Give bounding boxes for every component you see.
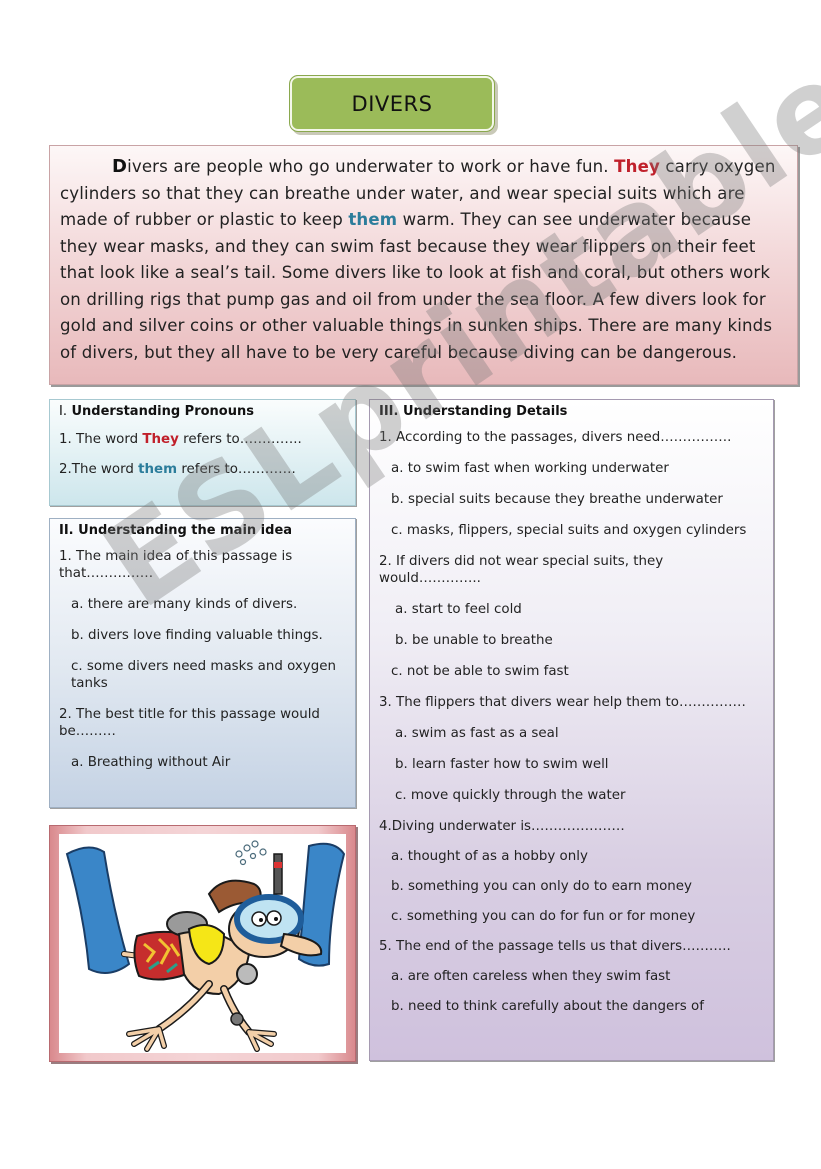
option: c. some divers need masks and oxygen tan… — [71, 659, 336, 691]
highlight-they: They — [614, 157, 660, 176]
option: b. something you can only do to earn mon… — [391, 879, 692, 894]
option: a. are often careless when they swim fas… — [391, 969, 671, 984]
option: a. there are many kinds of divers. — [71, 597, 298, 612]
section-numeral: I. — [59, 404, 67, 419]
option: a. start to feel cold — [395, 602, 522, 617]
option: b. divers love finding valuable things. — [71, 628, 323, 643]
q-prefix: 1. The word — [59, 432, 143, 447]
section-pronouns-heading: I. Understanding Pronouns — [59, 404, 346, 419]
option: b. learn faster how to swim well — [395, 757, 609, 772]
title-banner: DIVERS — [289, 75, 495, 132]
details-question-1: 1. According to the passages, divers nee… — [379, 430, 732, 445]
option: c. not be able to swim fast — [391, 664, 569, 679]
option: a. swim as fast as a seal — [395, 726, 559, 741]
passage-dropcap: D — [112, 156, 128, 177]
illustration-frame — [49, 825, 356, 1062]
q-prefix: 2.The word — [59, 462, 139, 477]
section-main-idea: II. Understanding the main idea 1. The m… — [49, 518, 356, 808]
option: b. be unable to breathe — [395, 633, 553, 648]
highlight-them: them — [348, 210, 398, 229]
pronoun-question-2: 2.The word them refers to…………. — [59, 461, 346, 478]
diver-cartoon-icon — [65, 840, 346, 1052]
section-details-heading: III. Understanding Details — [379, 404, 568, 419]
reading-passage: Divers are people who go underwater to w… — [49, 145, 798, 385]
option: c. something you can do for fun or for m… — [391, 909, 696, 924]
option: b. need to think carefully about the dan… — [391, 999, 704, 1014]
option: a. to swim fast when working underwater — [391, 461, 669, 476]
main-idea-question-1: 1. The main idea of this passage is that… — [59, 549, 293, 581]
main-idea-question-2: 2. The best title for this passage would… — [59, 707, 320, 739]
section-details: III. Understanding Details 1. According … — [369, 399, 774, 1061]
passage-part-1: ivers are people who go underwater to wo… — [127, 157, 615, 176]
option: c. move quickly through the water — [395, 788, 626, 803]
details-question-2: 2. If divers did not wear special suits,… — [379, 554, 664, 586]
diver-illustration — [59, 834, 346, 1053]
details-question-5: 5. The end of the passage tells us that … — [379, 939, 731, 954]
details-question-4: 4.Diving underwater is………………… — [379, 819, 625, 834]
option: c. masks, flippers, special suits and ox… — [391, 523, 747, 538]
page-title: DIVERS — [351, 91, 433, 116]
q-word-them: them — [138, 462, 178, 477]
details-question-3: 3. The flippers that divers wear help th… — [379, 695, 746, 710]
q-word-they: They — [142, 432, 179, 447]
q-suffix: refers to………….. — [178, 432, 302, 447]
section-heading-text: Understanding Pronouns — [66, 404, 254, 419]
passage-text: Divers are people who go underwater to w… — [60, 154, 787, 366]
option: b. special suits because they breathe un… — [391, 492, 723, 507]
passage-part-3: warm. They can see underwater because th… — [60, 210, 773, 362]
section-main-idea-heading: II. Understanding the main idea — [59, 523, 293, 538]
option: a. thought of as a hobby only — [391, 849, 588, 864]
pronoun-question-1: 1. The word They refers to………….. — [59, 431, 346, 448]
q-suffix: refers to…………. — [177, 462, 296, 477]
option: a. Breathing without Air — [71, 755, 231, 770]
section-pronouns: I. Understanding Pronouns 1. The word Th… — [49, 399, 356, 506]
